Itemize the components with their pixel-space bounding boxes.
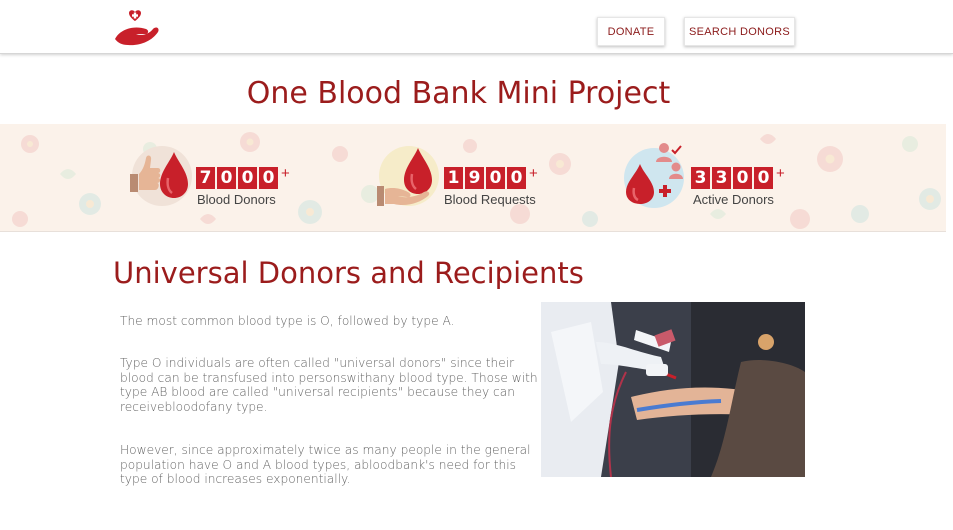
- counter-plus: +: [281, 165, 290, 182]
- counter-digit: 7: [196, 167, 215, 189]
- thumbs-up-blood-drop-icon: [126, 140, 201, 212]
- hand-blood-drop-icon: [374, 140, 449, 212]
- stat-counter: 3 3 0 0 +: [691, 165, 785, 189]
- counter-digit: 0: [486, 167, 505, 189]
- counter-digit: 3: [691, 167, 710, 189]
- stat-blood-donors: 7 0 0 0 + Blood Donors: [126, 138, 296, 218]
- donors-blood-drop-icon: [622, 140, 697, 212]
- counter-digit: 0: [217, 167, 236, 189]
- paragraph-common-type: The most common blood type is O, followe…: [120, 314, 455, 328]
- counter-digit: 0: [507, 167, 526, 189]
- counter-digit: 0: [754, 167, 773, 189]
- counter-digit: 1: [444, 167, 463, 189]
- section-title: Universal Donors and Recipients: [113, 256, 584, 290]
- blood-donation-photo: [541, 302, 805, 477]
- stat-label: Blood Requests: [444, 192, 536, 207]
- stat-label: Active Donors: [693, 192, 774, 207]
- stat-counter: 1 9 0 0 +: [444, 165, 538, 189]
- counter-digit: 0: [733, 167, 752, 189]
- stat-active-donors: 3 3 0 0 + Active Donors: [622, 138, 792, 218]
- counter-plus: +: [776, 165, 785, 182]
- stat-counter: 7 0 0 0 +: [196, 165, 290, 189]
- stat-blood-requests: 1 9 0 0 + Blood Requests: [374, 138, 554, 218]
- paragraph-universal-donors: Type O individuals are often called "uni…: [120, 356, 538, 414]
- search-donors-button[interactable]: SEARCH DONORS: [684, 17, 795, 46]
- counter-digit: 0: [238, 167, 257, 189]
- navbar: DONATE SEARCH DONORS: [0, 0, 953, 54]
- donate-button[interactable]: DONATE: [597, 17, 665, 46]
- heart-hand-icon[interactable]: [112, 9, 162, 47]
- stats-band: 7 0 0 0 + Blood Donors 1 9 0 0 + Blood R…: [0, 124, 946, 232]
- counter-digit: 9: [465, 167, 484, 189]
- counter-digit: 3: [712, 167, 731, 189]
- stat-label: Blood Donors: [197, 192, 276, 207]
- counter-digit: 0: [259, 167, 278, 189]
- page-title: One Blood Bank Mini Project: [246, 76, 671, 111]
- counter-plus: +: [529, 165, 538, 182]
- paragraph-demand: However, since approximately twice as ma…: [120, 443, 531, 487]
